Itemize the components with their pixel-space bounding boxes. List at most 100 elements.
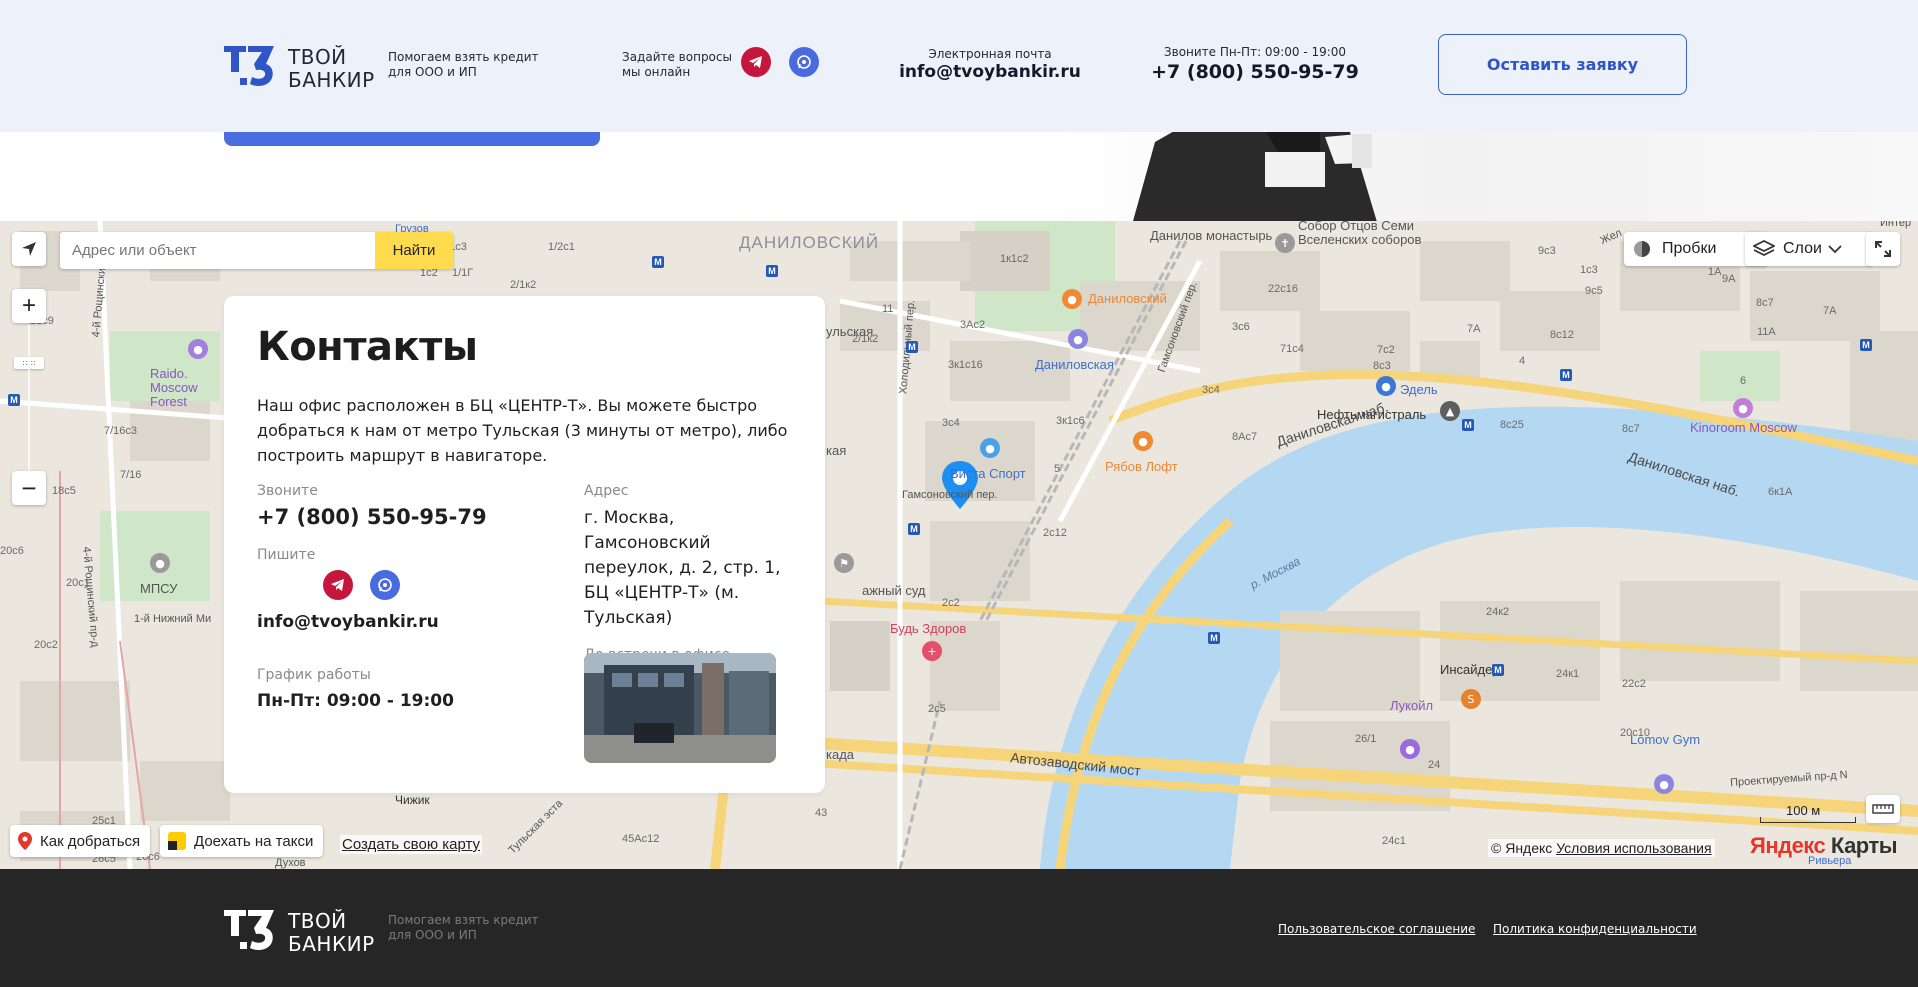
building-number: 7с2 <box>1377 344 1395 356</box>
leave-request-button[interactable]: Оставить заявку <box>1438 34 1687 95</box>
create-map-link[interactable]: Создать свою карту <box>340 835 483 854</box>
route-button[interactable]: Как добраться <box>10 825 151 857</box>
yandex-logo-ya: Яндекс <box>1750 833 1826 858</box>
building-number: 2/1к2 <box>510 279 537 291</box>
building-number: 7/16с3 <box>104 425 138 437</box>
building-number: 7/16 <box>120 469 142 481</box>
yandex-maps-logo[interactable]: Яндекс Карты <box>1750 833 1898 859</box>
user-agreement-link[interactable]: Пользовательское соглашение <box>1278 922 1475 936</box>
building-number: 8с12 <box>1550 329 1574 341</box>
metro-icon: М <box>908 523 920 535</box>
telegram-icon[interactable] <box>323 570 353 600</box>
insider-icon[interactable]: S <box>1461 689 1481 709</box>
building-number: 1/2с1 <box>548 241 575 253</box>
hero-section <box>0 132 1918 221</box>
map-search: Найти <box>60 232 453 269</box>
header-email-link[interactable]: info@tvoybankir.ru <box>895 62 1085 82</box>
park-icon[interactable]: ● <box>188 339 208 359</box>
building-number: 24с1 <box>1382 835 1406 847</box>
building-number: 22с16 <box>1268 283 1298 295</box>
copyright-text: © Яндекс <box>1491 840 1553 856</box>
zoom-out-icon[interactable]: − <box>12 471 46 505</box>
building-number: 26/1 <box>1355 733 1377 745</box>
whatsapp-icon[interactable] <box>789 47 819 77</box>
contacts-description: Наш офис расположен в БЦ «ЦЕНТР-Т». Вы м… <box>257 396 788 465</box>
contacts-phone-link[interactable]: +7 (800) 550-95-79 <box>257 505 487 530</box>
traffic-label: Пробки <box>1662 240 1717 257</box>
building-number: 18с5 <box>52 485 76 497</box>
telegram-icon[interactable] <box>741 47 771 77</box>
route-label: Как добраться <box>40 832 141 850</box>
fuel-icon[interactable]: ● <box>1400 739 1420 759</box>
contacts-card: Контакты Наш офис расположен в БЦ «ЦЕНТР… <box>224 296 825 793</box>
building-number: 2с12 <box>1043 527 1067 539</box>
zoom-slider-track[interactable] <box>28 325 30 471</box>
restaurant-icon[interactable]: ● <box>1062 289 1082 309</box>
privacy-policy-link[interactable]: Политика конфиденциальности <box>1493 922 1697 936</box>
building-number: 11А <box>1757 326 1776 338</box>
terms-link[interactable]: Условия использования <box>1556 840 1711 856</box>
office-photo[interactable] <box>584 653 776 763</box>
university-icon[interactable]: ● <box>150 553 170 573</box>
map-label-sud: ажный суд <box>862 583 926 598</box>
address-label: Адрес <box>584 483 629 499</box>
pharmacy-icon[interactable]: + <box>922 641 942 661</box>
contacts-title: Контакты <box>257 324 478 370</box>
map-label-danilovskaya: Даниловская <box>1035 357 1114 372</box>
gas-station-icon[interactable]: ▲ <box>1440 401 1460 421</box>
food-icon[interactable]: ● <box>1133 431 1153 451</box>
yandex-map[interactable]: ДАНИЛОВСКИЙ Данилов монастырь Собор Отцо… <box>0 221 1918 869</box>
map-label-kada: када <box>826 747 855 762</box>
building-number: 20с6 <box>0 545 24 557</box>
building-number: 7А <box>1467 323 1481 335</box>
poi-icon[interactable]: ● <box>1068 329 1088 349</box>
building-number: 1А <box>1708 266 1722 278</box>
layers-icon <box>1753 240 1775 257</box>
header-tagline: Помогаем взять кредит для ООО и ИП <box>388 50 539 79</box>
building-number: 6 <box>1740 375 1747 387</box>
layers-button[interactable]: Слои <box>1745 232 1873 266</box>
header-phone-link[interactable]: +7 (800) 550-95-79 <box>1150 61 1360 83</box>
building-number: 8Ас7 <box>1232 431 1258 443</box>
building-number: 43 <box>815 807 828 819</box>
fullscreen-icon[interactable] <box>1866 232 1900 266</box>
ruler-icon[interactable] <box>1866 795 1900 823</box>
footer-logo-line-2: БАНКИР <box>288 932 375 956</box>
map-label-lukoil: Лукойл <box>1390 698 1434 713</box>
map-label-cathedral: Собор Отцов Семи Вселенских соборов <box>1298 221 1422 247</box>
route-pin-icon <box>18 832 32 850</box>
footer-tagline: Помогаем взять кредит для ООО и ИП <box>388 913 539 942</box>
location-arrow-icon[interactable] <box>12 232 46 266</box>
building-number: 45Ас12 <box>622 833 660 845</box>
zoom-in-icon[interactable]: + <box>12 289 46 323</box>
church-icon[interactable]: ✝ <box>1275 233 1295 253</box>
traffic-icon <box>1634 241 1650 257</box>
car-service-icon[interactable]: ● <box>1376 376 1396 396</box>
building-number: 24к2 <box>1486 606 1510 618</box>
building-number: 3Ас2 <box>960 319 986 331</box>
taxi-label: Доехать на такси <box>194 832 314 850</box>
site-logo[interactable]: ТВОЙ БАНКИР <box>222 40 378 92</box>
court-icon[interactable]: ⚑ <box>834 553 854 573</box>
gym-icon[interactable]: ● <box>1654 774 1674 794</box>
map-scale-bar <box>1760 817 1856 823</box>
map-search-button[interactable]: Найти <box>375 232 453 269</box>
metro-icon: М <box>1860 339 1872 351</box>
map-label-vista-sport: Виста Спорт <box>950 466 1026 481</box>
taxi-button[interactable]: Доехать на такси <box>160 825 324 857</box>
metro-icon: М <box>766 265 778 277</box>
building-number: 8с3 <box>1373 360 1391 372</box>
footer-logo[interactable]: ТВОЙ БАНКИР <box>222 904 378 956</box>
map-label-danilovsky-market: Даниловский <box>1088 291 1167 306</box>
cinema-icon[interactable]: ● <box>1733 398 1753 418</box>
map-search-input[interactable] <box>60 232 374 269</box>
schedule-value: Пн-Пт: 09:00 - 19:00 <box>257 691 454 711</box>
hero-button[interactable] <box>224 132 600 146</box>
sport-icon[interactable]: ● <box>980 438 1000 458</box>
contacts-email-link[interactable]: info@tvoybankir.ru <box>257 610 439 635</box>
whatsapp-icon[interactable] <box>370 570 400 600</box>
building-number: 9А <box>1722 273 1736 285</box>
map-label-monastery: Данилов монастырь <box>1150 228 1273 243</box>
schedule-label: График работы <box>257 667 371 683</box>
ask-online-text: Задайте вопросы мы онлайн <box>622 50 732 79</box>
